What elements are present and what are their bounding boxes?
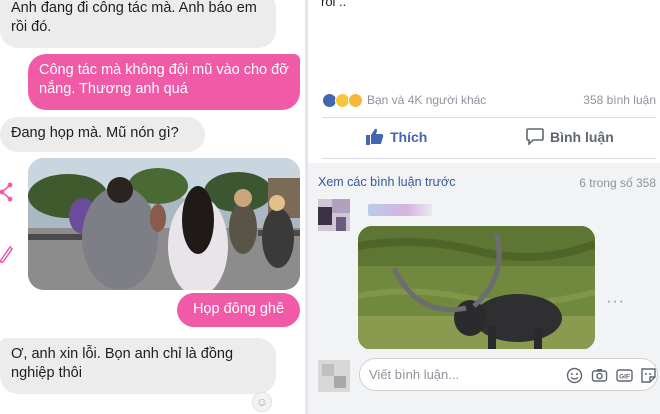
gif-icon[interactable]: GIF bbox=[616, 367, 633, 384]
comment-input[interactable]: Viết bình luận... GIF bbox=[359, 358, 658, 391]
edit-icon[interactable] bbox=[0, 243, 13, 263]
share-icon[interactable] bbox=[0, 181, 13, 203]
message-incoming: Đang họp mà. Mũ nón gì? bbox=[0, 117, 205, 152]
thumbs-up-icon bbox=[366, 128, 384, 145]
message-incoming: Ơ, anh xin lỗi. Bọn anh chỉ là đồng nghi… bbox=[0, 338, 276, 394]
more-options-icon[interactable]: ··· bbox=[606, 293, 625, 311]
comments-shown-count: 6 trong số 358 bbox=[579, 176, 656, 190]
like-label: Thích bbox=[390, 128, 428, 145]
reaction-summary[interactable]: Bạn và 4K người khác bbox=[322, 90, 486, 110]
svg-text:GIF: GIF bbox=[619, 374, 630, 381]
comment-label: Bình luận bbox=[550, 128, 614, 145]
post-text: roi .. bbox=[321, 0, 347, 9]
comment-button[interactable]: Bình luận bbox=[526, 128, 614, 145]
comment-composer: Viết bình luận... GIF bbox=[308, 349, 660, 414]
avatar[interactable] bbox=[318, 199, 350, 231]
reaction-text: Bạn và 4K người khác bbox=[367, 93, 487, 107]
view-previous-comments-link[interactable]: Xem các bình luận trước bbox=[318, 175, 455, 189]
comment-author-name[interactable] bbox=[368, 204, 432, 216]
messenger-chat: Anh đang đi công tác mà. Anh báo em rồi … bbox=[0, 0, 305, 414]
comment-placeholder: Viết bình luận... bbox=[369, 367, 460, 382]
comment-photo[interactable] bbox=[358, 226, 595, 350]
add-reaction-icon[interactable]: ☺ bbox=[252, 392, 272, 412]
facebook-post: roi .. Bạn và 4K người khác 358 bình luậ… bbox=[308, 0, 660, 414]
comment-count[interactable]: 358 bình luận bbox=[583, 93, 656, 107]
message-outgoing: Họp đông ghê bbox=[177, 293, 300, 327]
sad-reaction-icon bbox=[348, 92, 363, 108]
message-outgoing: Công tác mà không đội mũ vào cho đỡ nắng… bbox=[28, 54, 300, 110]
sticker-icon[interactable] bbox=[640, 367, 657, 384]
message-incoming: Anh đang đi công tác mà. Anh báo em rồi … bbox=[0, 0, 276, 48]
camera-icon[interactable] bbox=[591, 367, 608, 384]
screen: Anh đang đi công tác mà. Anh báo em rồi … bbox=[0, 0, 660, 414]
message-photo[interactable] bbox=[28, 158, 300, 290]
comment-icon bbox=[526, 128, 544, 145]
like-button[interactable]: Thích bbox=[366, 128, 427, 145]
emoji-icon[interactable] bbox=[566, 367, 583, 384]
divider bbox=[322, 117, 656, 118]
divider bbox=[322, 158, 656, 159]
avatar[interactable] bbox=[318, 360, 350, 392]
